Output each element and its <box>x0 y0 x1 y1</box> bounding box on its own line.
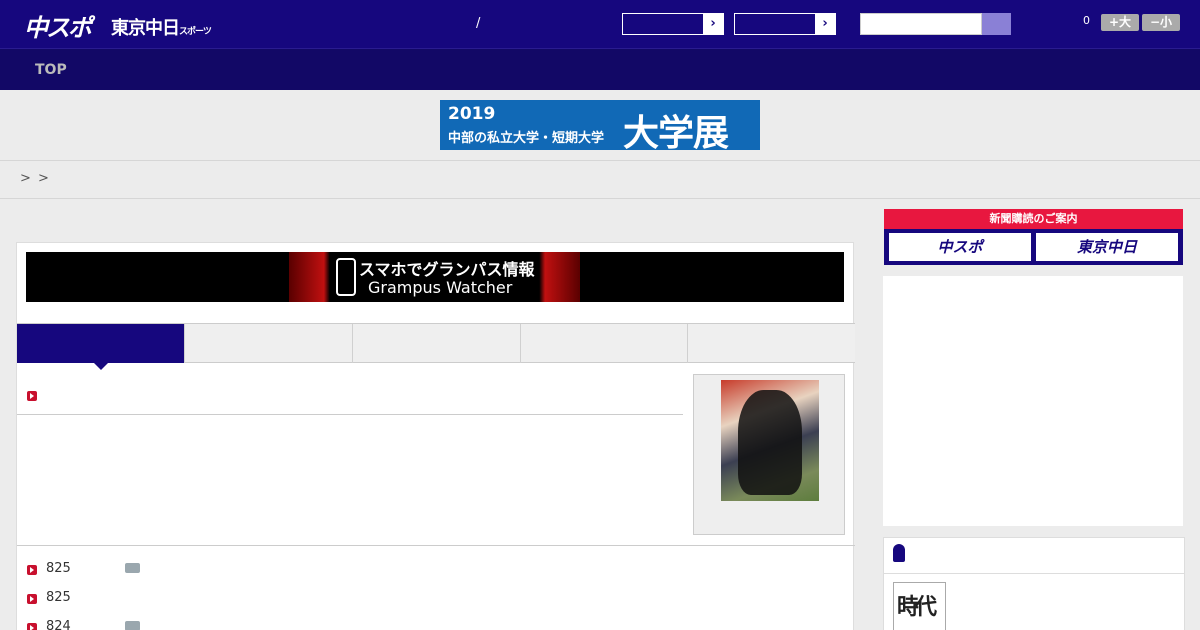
tokyo-chunichi-logo-small: スポーツ <box>179 27 212 37</box>
headline-thumbnail[interactable] <box>693 374 845 535</box>
subscribe-chunichi-sports-button[interactable]: 中スポ <box>889 233 1031 261</box>
nav-item-top[interactable]: TOP <box>35 62 67 78</box>
soccer-photo <box>721 380 819 501</box>
site-header: 中スポ 東京中日スポーツ / › › 0 +大 −小 <box>0 0 1200 48</box>
list-item-number[interactable]: 825 <box>46 561 71 576</box>
category-select-1[interactable]: › <box>622 13 724 35</box>
site-search <box>860 13 1011 35</box>
divider <box>17 414 683 415</box>
subscription-box: 新聞購読のご案内 中スポ 東京中日 <box>884 209 1183 265</box>
font-larger-button[interactable]: +大 <box>1101 14 1139 31</box>
breadcrumb-separator: > <box>38 171 49 186</box>
banner-subtitle: 中部の私立大学・短期大学 <box>448 131 605 146</box>
grampus-watcher-banner[interactable]: スマホでグランパス情報 Grampus Watcher <box>26 252 844 302</box>
tab-2[interactable] <box>185 324 353 363</box>
tab-4[interactable] <box>521 324 688 363</box>
font-size-count: 0 <box>1083 14 1090 27</box>
play-bullet-icon <box>27 391 37 401</box>
players-silhouette <box>738 390 802 495</box>
ad-slot <box>883 276 1183 526</box>
search-input[interactable] <box>860 13 982 35</box>
ranking-box: 時代 <box>883 537 1185 630</box>
banner-year: 2019 <box>448 104 496 124</box>
grampus-banner-line1: スマホでグランパス情報 <box>359 260 535 279</box>
tab-bar <box>17 323 855 370</box>
subscribe-tokyo-chunichi-button[interactable]: 東京中日 <box>1036 233 1178 261</box>
search-button[interactable] <box>982 13 1011 35</box>
subscription-header: 新聞購読のご案内 <box>884 209 1183 229</box>
play-bullet-icon <box>27 565 37 575</box>
chevron-right-icon: › <box>815 14 835 34</box>
breadcrumb: > > <box>0 161 1200 199</box>
font-smaller-button[interactable]: −小 <box>1142 14 1180 31</box>
tab-1[interactable] <box>17 324 185 370</box>
tokyo-chunichi-logo[interactable]: 東京中日スポーツ <box>111 14 212 40</box>
ribbon-icon <box>893 544 905 562</box>
chevron-right-icon: › <box>703 14 723 34</box>
book-cover[interactable]: 時代 <box>893 582 946 630</box>
camera-icon <box>125 621 140 630</box>
breadcrumb-separator: > <box>20 171 31 186</box>
list-item-number[interactable]: 825 <box>46 590 71 605</box>
tab-5[interactable] <box>688 324 855 363</box>
main-panel: スマホでグランパス情報 Grampus Watcher 825 825 824 <box>16 242 855 630</box>
banner-title: 大学展 <box>623 113 729 154</box>
divider <box>17 545 855 546</box>
divider <box>884 573 1184 574</box>
category-select-2[interactable]: › <box>734 13 836 35</box>
header-slash: / <box>476 16 481 31</box>
university-expo-banner[interactable]: 2019 中部の私立大学・短期大学 大学展 <box>440 100 760 154</box>
tokyo-chunichi-logo-text: 東京中日 <box>111 18 180 39</box>
grampus-banner-line2: Grampus Watcher <box>368 278 513 297</box>
camera-icon <box>125 563 140 573</box>
banner-band: 2019 中部の私立大学・短期大学 大学展 <box>0 90 1200 161</box>
tab-3[interactable] <box>353 324 521 363</box>
play-bullet-icon <box>27 594 37 604</box>
list-item-number[interactable]: 824 <box>46 619 71 630</box>
global-nav: TOP <box>0 48 1200 90</box>
play-bullet-icon <box>27 623 37 630</box>
smartphone-icon <box>336 258 356 296</box>
chunichi-sports-logo[interactable]: 中スポ <box>24 8 92 43</box>
